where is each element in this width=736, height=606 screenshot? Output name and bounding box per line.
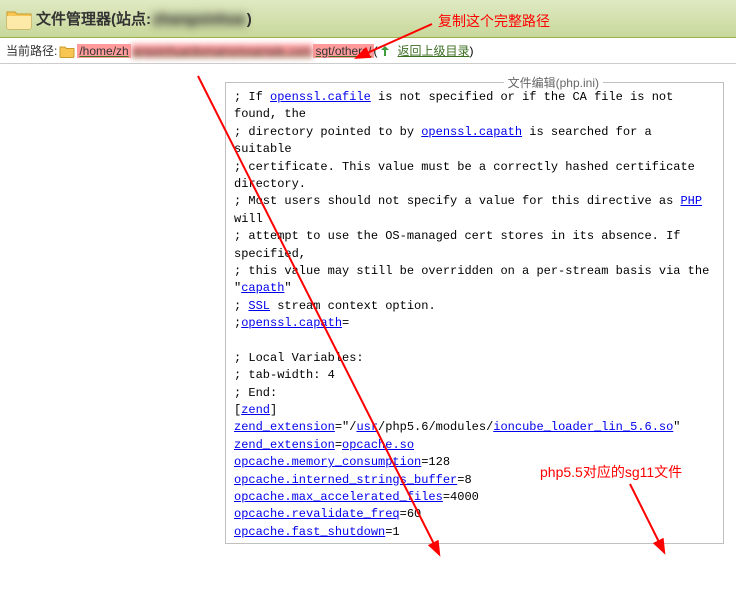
annotation-top: 复制这个完整路径 (438, 11, 550, 31)
annotation-bottom: php5.5对应的sg11文件 (540, 462, 682, 482)
up-directory-link[interactable]: 返回上级目录 (398, 42, 470, 59)
folder-icon (6, 8, 32, 30)
header-bar: 文件管理器(站点:zhangxinhua) (0, 0, 736, 38)
editor-legend: 文件编辑(php.ini) (504, 74, 603, 91)
current-path[interactable]: /home/zhangxinhua/domains/example.comsgt… (77, 44, 373, 58)
content-area: 文件编辑(php.ini) ; If openssl.cafile is not… (0, 64, 736, 544)
path-label: 当前路径: (6, 42, 57, 59)
header-title: 文件管理器(站点:zhangxinhua) (36, 8, 252, 29)
paren-close: ) (470, 44, 474, 58)
folder-small-icon (59, 44, 75, 58)
up-arrow-icon (378, 44, 392, 58)
path-bar: 当前路径: /home/zhangxinhua/domains/example.… (0, 38, 736, 64)
